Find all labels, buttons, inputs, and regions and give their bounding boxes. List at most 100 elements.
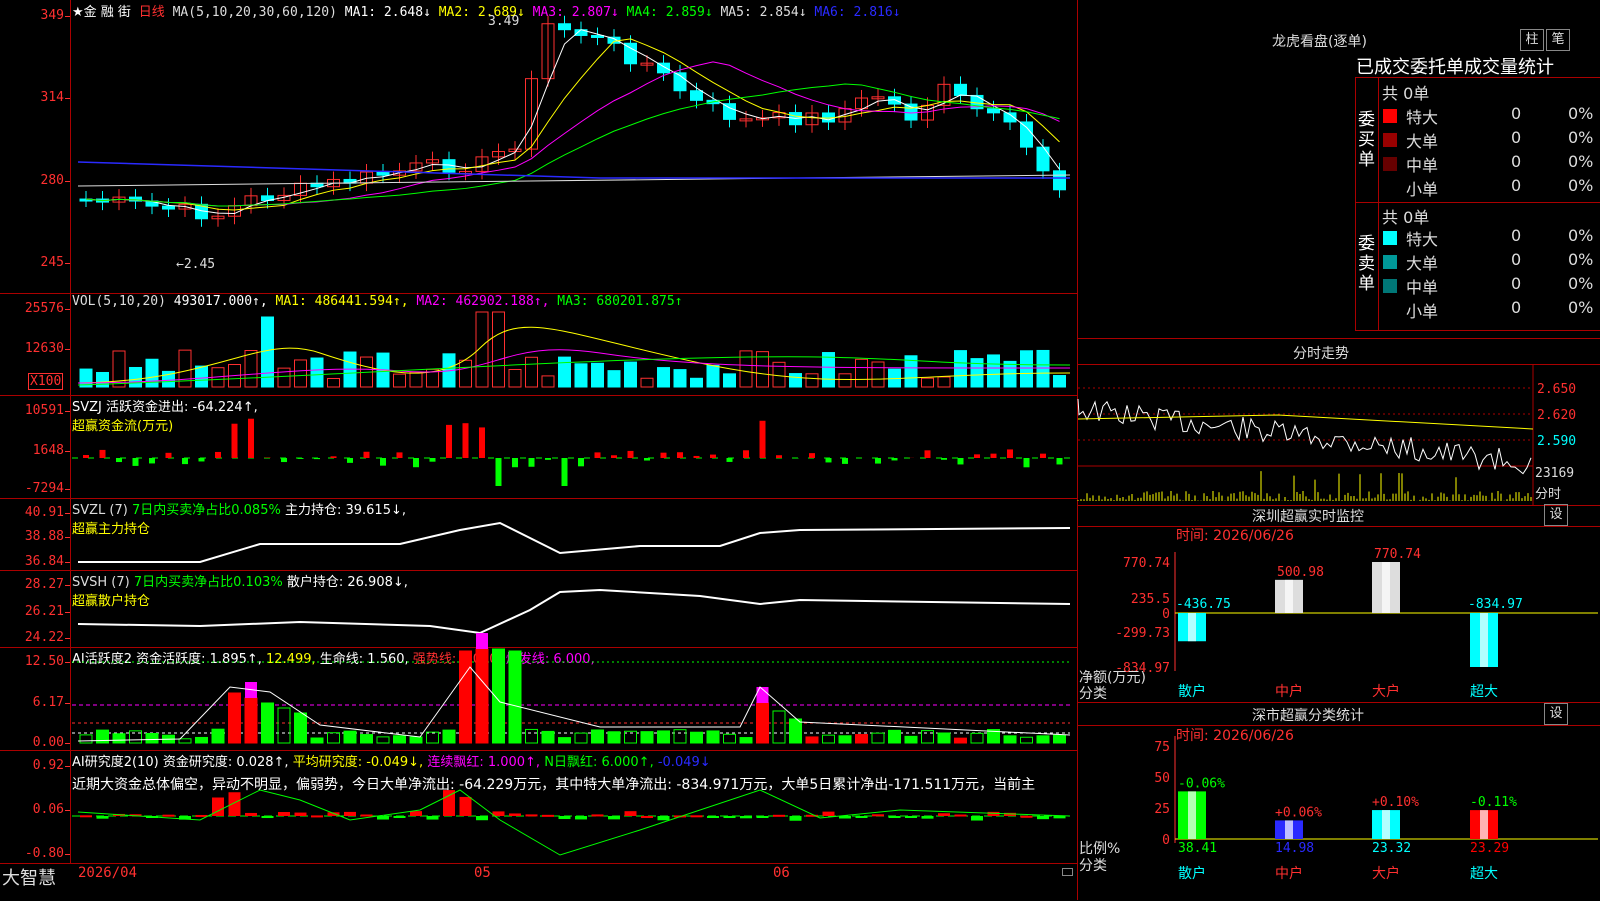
x-label-may: 05 xyxy=(474,865,491,881)
sz-monitor-ytick: 235.5 xyxy=(1131,592,1170,607)
ai-research-bar xyxy=(872,814,884,816)
sz-monitor-bar-highlight xyxy=(1382,562,1390,613)
intraday-vol: 23169 xyxy=(1535,466,1574,481)
svsh-chart xyxy=(0,570,1077,647)
volume-bar xyxy=(872,362,884,387)
sz-class-value-label: 38.41 xyxy=(1178,841,1217,856)
sz-class-cat-label: 分类 xyxy=(1079,855,1107,875)
svzj-bar xyxy=(496,458,502,486)
ai-research-bar xyxy=(229,792,241,816)
sz-monitor-value-label: -436.75 xyxy=(1176,597,1231,612)
kline-panel[interactable]: 349 314 280 245 ★金 融 街 日线 MA(5,10,20,30,… xyxy=(0,0,1077,294)
ai-active-bar xyxy=(179,739,191,743)
svzj-bar xyxy=(199,458,205,461)
volume-panel[interactable]: 25576 12630 X100 VOL(5,10,20) 493017.000… xyxy=(0,293,1077,396)
ai-active-bar xyxy=(394,736,406,743)
intraday-ytick: 2.650 xyxy=(1537,382,1576,397)
svzj-bar xyxy=(347,458,353,463)
sell-row-count: 0 xyxy=(1511,298,1521,317)
volume-chart xyxy=(0,293,1077,395)
svzj-bar xyxy=(1057,458,1063,464)
tick-mode-button[interactable]: 笔 xyxy=(1546,29,1570,51)
kline-candle xyxy=(559,24,571,30)
svzj-bar xyxy=(776,455,782,458)
sz-monitor-panel[interactable]: 深圳超赢实时监控 设 时间: 2026/06/26 -436.75散户500.9… xyxy=(1078,504,1600,703)
buy-row-count: 0 xyxy=(1511,104,1521,123)
sz-monitor-bar-highlight xyxy=(1480,613,1488,667)
bar-mode-button[interactable]: 柱 xyxy=(1520,29,1544,51)
ai-active-bar xyxy=(806,737,818,743)
ai-research-bar xyxy=(658,816,670,820)
svzl-line xyxy=(78,523,1070,562)
sz-class-change-label: -0.11% xyxy=(1470,795,1517,810)
ai-active-bar xyxy=(922,731,934,743)
ai-active-bar xyxy=(724,734,736,743)
ai-research-curve xyxy=(78,790,1070,855)
ai-active-bar xyxy=(526,729,538,743)
ai-research-bar xyxy=(377,816,389,820)
kline-candle xyxy=(988,109,1000,113)
kline-candle xyxy=(724,104,736,120)
svzj-bar xyxy=(677,452,683,458)
ai-active-bar xyxy=(344,731,356,743)
ai-active-bar xyxy=(1004,736,1016,743)
svzj-bar xyxy=(479,427,485,458)
volume-bar xyxy=(691,378,703,387)
sz-monitor-value-label: -834.97 xyxy=(1468,597,1523,612)
ai-active-bar xyxy=(790,719,802,743)
ai-research-bar xyxy=(344,812,356,816)
svzj-bar xyxy=(760,421,766,458)
sell-row-name: 大单 xyxy=(1406,250,1438,274)
svzj-chart xyxy=(0,395,1077,498)
sz-class-panel[interactable]: 深市超赢分类统计 设 时间: 2026/06/26 38.41-0.06%散户1… xyxy=(1078,702,1600,900)
ai-active-bar xyxy=(1054,735,1066,743)
volume-bar xyxy=(674,370,686,387)
x-label-date: 2026/04 xyxy=(78,865,137,881)
ai-active-bar xyxy=(1037,736,1049,743)
ai-active-bar xyxy=(1021,737,1033,743)
volume-bar xyxy=(790,374,802,387)
ai-active-bar xyxy=(542,731,554,743)
ai-research-panel[interactable]: 0.92 0.06 -0.80 AI研究度2(10) 资金研究度: 0.028↑… xyxy=(0,750,1077,863)
kline-candle xyxy=(1021,122,1033,147)
svzj-panel[interactable]: 10591 1648 -7294 SVZJ 活跃资金进出: -64.224↑, … xyxy=(0,395,1077,499)
volume-bar xyxy=(625,362,637,387)
sz-class-category-label: 大户 xyxy=(1372,865,1400,882)
ai-active-bar xyxy=(509,651,521,743)
ai-active-bar xyxy=(377,737,389,743)
ai-research-bar xyxy=(410,811,422,816)
buy-row-pct: 0% xyxy=(1568,104,1593,123)
svzl-chart xyxy=(0,498,1077,570)
ai-research-bar xyxy=(460,797,472,816)
kline-candle xyxy=(955,84,967,95)
sz-class-bar xyxy=(1178,791,1206,839)
ai-active-bar xyxy=(196,737,208,743)
kline-chart[interactable] xyxy=(0,0,1077,293)
ai-research-bar xyxy=(295,813,307,816)
svzl-panel[interactable]: 40.91 38.88 36.84 SVZL (7) 7日内买卖净占比0.085… xyxy=(0,498,1077,571)
svsh-panel[interactable]: 28.27 26.21 24.22 SVSH (7) 7日内买卖净占比0.103… xyxy=(0,570,1077,648)
ai-active-panel[interactable]: 12.50 6.17 0.00 AI活跃度2 资金活跃度: 1.895↑, 12… xyxy=(0,647,1077,751)
svzj-bar xyxy=(842,458,848,464)
buy-row-name: 大单 xyxy=(1406,128,1438,152)
sz-monitor-bar-highlight xyxy=(1285,580,1293,613)
sell-row-count: 0 xyxy=(1511,250,1521,269)
intraday-panel[interactable]: 分时走势 2.650 2.620 2.590 23169 分时 xyxy=(1078,338,1600,506)
kline-high-label: 3.49 xyxy=(488,14,519,29)
ai-research-bar xyxy=(163,815,175,817)
volume-bar xyxy=(559,357,571,387)
buy-row-name: 小单 xyxy=(1406,176,1438,200)
lhb-title: 龙虎看盘(逐单) xyxy=(1272,31,1367,51)
svzj-bar xyxy=(116,458,122,462)
ai-active-bar xyxy=(674,730,686,743)
kline-candle xyxy=(377,172,389,175)
buy-row-name: 中单 xyxy=(1406,152,1438,176)
ai-active-bar xyxy=(229,693,241,743)
sell-row-swatch xyxy=(1383,303,1397,317)
lock-icon[interactable] xyxy=(1062,868,1073,876)
volume-bar xyxy=(493,312,505,387)
ai-active-bar xyxy=(658,731,670,743)
sz-class-bar xyxy=(1470,810,1498,839)
kline-candle xyxy=(691,91,703,101)
volume-bar xyxy=(839,374,851,387)
